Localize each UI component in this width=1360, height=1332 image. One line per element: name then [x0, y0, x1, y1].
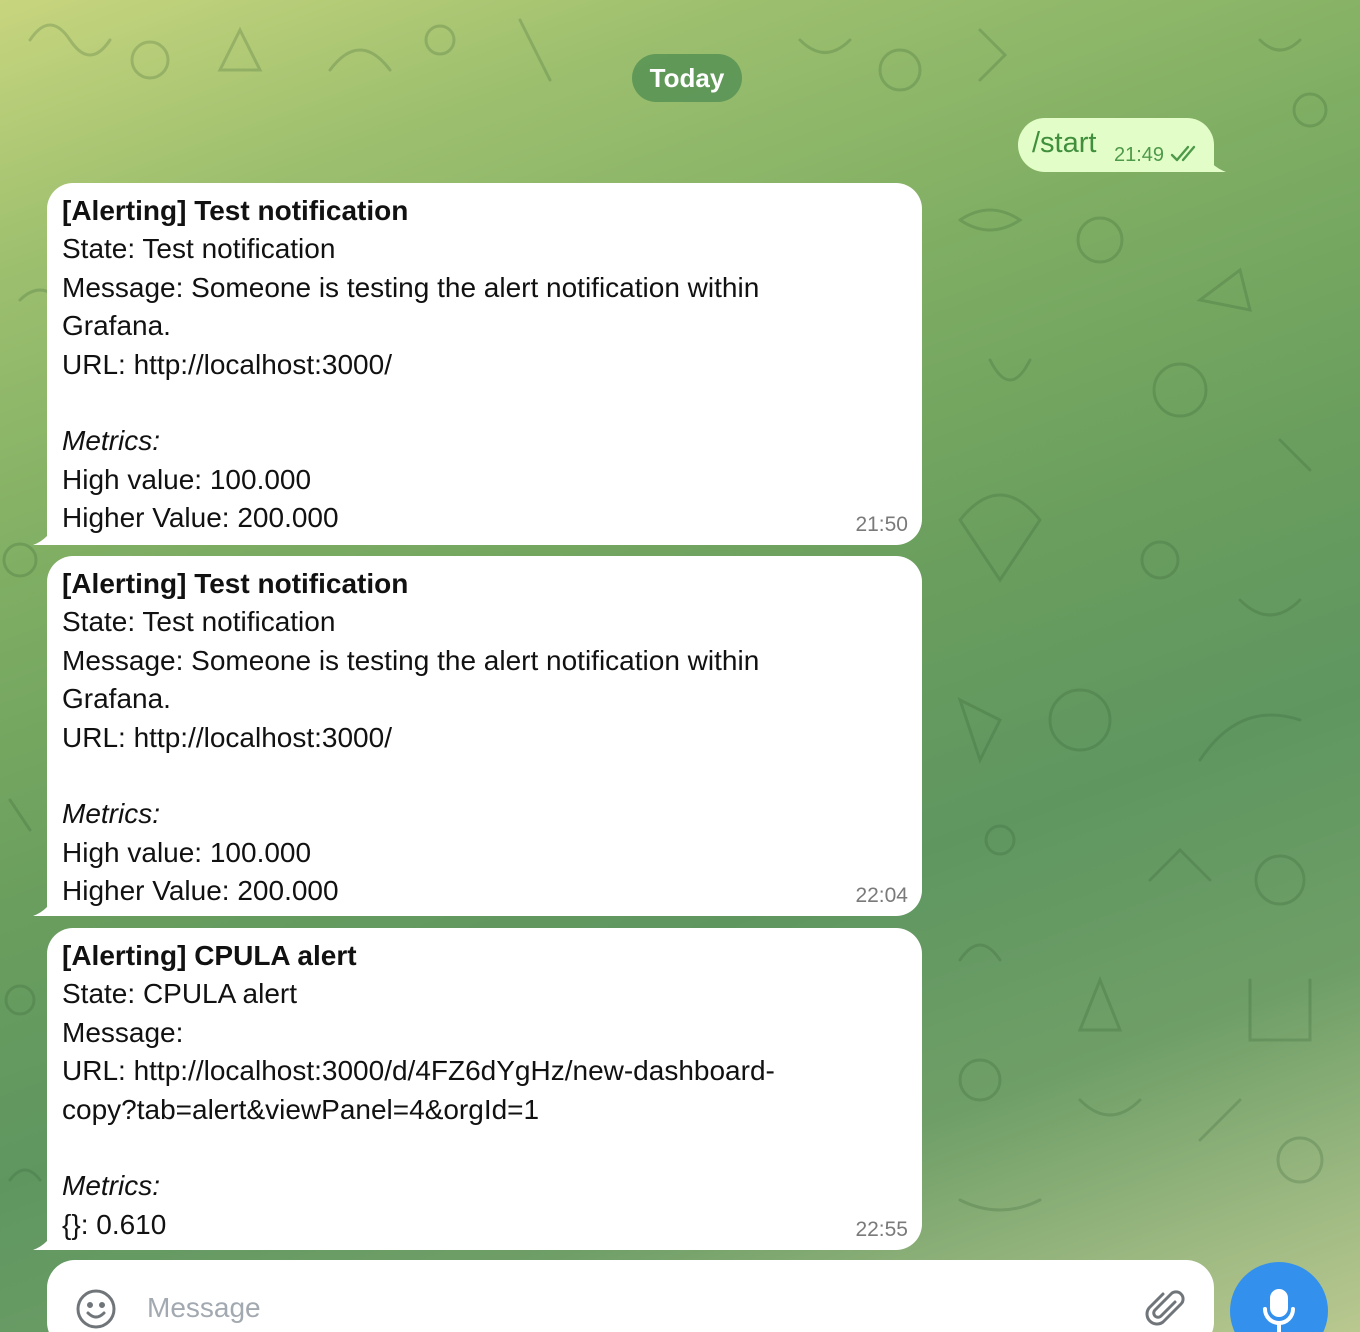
message-line: Grafana. — [62, 310, 171, 342]
message-line: copy?tab=alert&viewPanel=4&orgId=1 — [62, 1093, 540, 1125]
bubble-tail — [33, 894, 55, 916]
message-line: High value: 100.000 — [62, 463, 312, 495]
message-line: [Alerting] Test notification — [62, 195, 409, 226]
date-separator: Today — [632, 54, 742, 102]
message-line: High value: 100.000 — [62, 836, 312, 868]
message-line: State: Test notification — [62, 606, 336, 638]
message-line: [Alerting] CPULA alert — [62, 940, 357, 971]
chat-area[interactable]: Today /start 21:49 [Alerting] Test notif… — [0, 0, 1360, 1332]
message-line: State: Test notification — [62, 233, 336, 265]
incoming-message[interactable]: [Alerting] Test notification State: Test … — [33, 556, 922, 916]
smiley-icon[interactable] — [75, 1288, 117, 1330]
double-check-icon — [1170, 145, 1196, 162]
bubble-tail — [33, 523, 55, 545]
message-line: Grafana. — [62, 683, 171, 715]
incoming-message[interactable]: [Alerting] Test notification State: Test … — [33, 183, 922, 545]
message-line: {}: 0.610 — [62, 1208, 167, 1240]
outgoing-message[interactable]: /start 21:49 — [1018, 118, 1214, 172]
message-time: 22:55 — [855, 1218, 908, 1241]
bubble-tail — [33, 1228, 55, 1250]
message-line: Higher Value: 200.000 — [62, 502, 339, 534]
message-line: URL: http://localhost:3000/ — [62, 721, 392, 753]
message-body: [Alerting] Test notification State: Test … — [62, 192, 908, 538]
message-line: Metrics: — [62, 1170, 160, 1202]
paperclip-icon[interactable] — [1145, 1288, 1187, 1330]
message-line: Higher Value: 200.000 — [62, 875, 339, 907]
message-time: 21:50 — [855, 513, 908, 536]
bubble-tail — [1202, 150, 1226, 172]
microphone-icon — [1263, 1289, 1295, 1332]
message-composer[interactable]: Message — [47, 1260, 1214, 1332]
message-line: Message: Someone is testing the alert no… — [62, 271, 760, 303]
message-body: [Alerting] CPULA alert State: CPULA alert… — [62, 937, 908, 1244]
message-text: /start — [1032, 127, 1097, 159]
message-body: [Alerting] Test notification State: Test … — [62, 565, 908, 911]
message-time: 22:04 — [855, 884, 908, 907]
message-line: URL: http://localhost:3000/ — [62, 348, 392, 380]
incoming-message[interactable]: [Alerting] CPULA alert State: CPULA alert… — [33, 928, 922, 1250]
message-line: Metrics: — [62, 425, 160, 457]
message-line: [Alerting] Test notification — [62, 568, 409, 599]
message-input[interactable]: Message — [147, 1292, 261, 1324]
message-line: State: CPULA alert — [62, 978, 298, 1010]
message-line: Message: Someone is testing the alert no… — [62, 644, 760, 676]
message-line: Message: — [62, 1016, 184, 1048]
message-time: 21:49 — [1114, 144, 1165, 166]
message-line: URL: http://localhost:3000/d/4FZ6dYgHz/n… — [62, 1055, 775, 1087]
message-line: Metrics: — [62, 798, 160, 830]
